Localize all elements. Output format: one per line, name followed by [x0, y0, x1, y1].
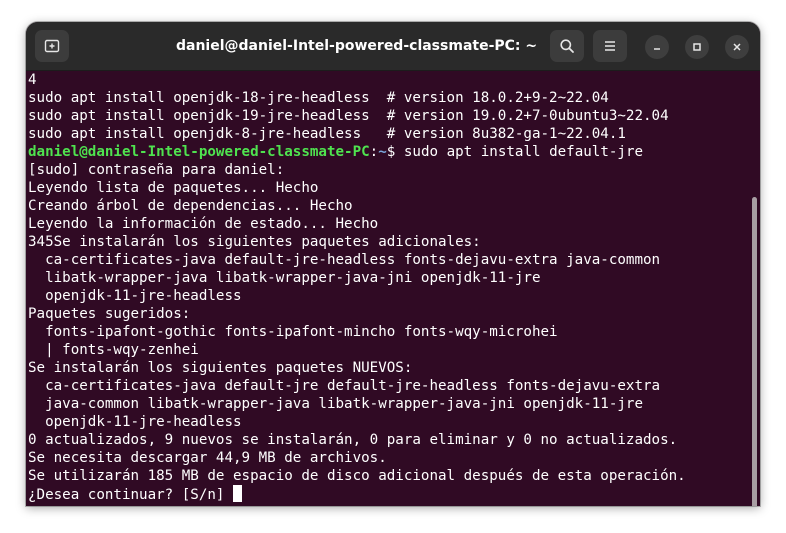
new-tab-icon — [44, 39, 60, 53]
terminal-line: sudo apt install openjdk-8-jre-headless … — [28, 126, 626, 142]
terminal-line: openjdk-11-jre-headless — [28, 414, 242, 430]
terminal-line: 4 — [28, 72, 37, 88]
scrollbar[interactable] — [752, 197, 757, 506]
minimize-icon — [654, 48, 660, 50]
terminal-line: sudo apt install openjdk-19-jre-headless… — [28, 108, 669, 124]
close-icon — [733, 43, 741, 51]
search-icon — [560, 39, 574, 53]
terminal-line: ca-certificates-java default-jre default… — [28, 378, 661, 394]
terminal-line: java-common libatk-wrapper-java libatk-w… — [28, 396, 643, 412]
terminal-line: | fonts-wqy-zenhei — [28, 342, 199, 358]
terminal-line: openjdk-11-jre-headless — [28, 288, 242, 304]
terminal-line: 345Se instalarán los siguientes paquetes… — [28, 234, 481, 250]
menu-button[interactable] — [593, 30, 627, 62]
terminal-line: Paquetes sugeridos: — [28, 306, 191, 322]
terminal-line: Creando árbol de dependencias... Hecho — [28, 198, 353, 214]
search-button[interactable] — [550, 30, 584, 62]
minimize-button[interactable] — [645, 35, 669, 59]
hamburger-menu-icon — [605, 41, 615, 51]
terminal-line: 0 actualizados, 9 nuevos se instalarán, … — [28, 432, 678, 448]
prompt-path: ~ — [378, 144, 387, 160]
input-prompt-line[interactable]: ¿Desea continuar? [S/n] — [28, 485, 686, 503]
prompt-separator: : — [369, 144, 379, 160]
prompt-command: sudo apt install default-jre — [403, 144, 644, 160]
terminal-line: fonts-ipafont-gothic fonts-ipafont-minch… — [28, 324, 558, 340]
terminal-output: 4 sudo apt install openjdk-18-jre-headle… — [28, 71, 686, 503]
continue-prompt: ¿Desea continuar? [S/n] — [28, 487, 233, 503]
terminal-line: ca-certificates-java default-jre-headles… — [28, 252, 661, 268]
terminal-line: Se instalarán los siguientes paquetes NU… — [28, 360, 413, 376]
title-bar[interactable]: daniel@daniel-Intel-powered-classmate-PC… — [26, 22, 760, 71]
terminal-window: daniel@daniel-Intel-powered-classmate-PC… — [26, 22, 760, 506]
terminal-line: [sudo] contraseña para daniel: — [28, 162, 285, 178]
prompt-user-host: daniel@daniel-Intel-powered-classmate-PC — [28, 144, 370, 160]
close-button[interactable] — [725, 35, 749, 59]
terminal-line: Se necesita descargar 44,9 MB de archivo… — [28, 450, 387, 466]
terminal-line: sudo apt install openjdk-18-jre-headless… — [28, 90, 609, 106]
prompt-symbol: $ — [386, 144, 404, 160]
maximize-button[interactable] — [685, 35, 709, 59]
terminal-line: Se utilizarán 185 MB de espacio de disco… — [28, 468, 686, 484]
terminal-line: Leyendo la información de estado... Hech… — [28, 216, 379, 232]
terminal-line: libatk-wrapper-java libatk-wrapper-java-… — [28, 270, 541, 286]
window-title: daniel@daniel-Intel-powered-classmate-PC… — [176, 38, 538, 54]
text-cursor — [233, 485, 242, 502]
new-tab-button[interactable] — [35, 30, 69, 62]
terminal-area[interactable]: 4 sudo apt install openjdk-18-jre-headle… — [26, 71, 760, 506]
terminal-line: Leyendo lista de paquetes... Hecho — [28, 180, 319, 196]
prompt-line: daniel@daniel-Intel-powered-classmate-PC… — [28, 143, 686, 161]
maximize-icon — [693, 43, 701, 51]
